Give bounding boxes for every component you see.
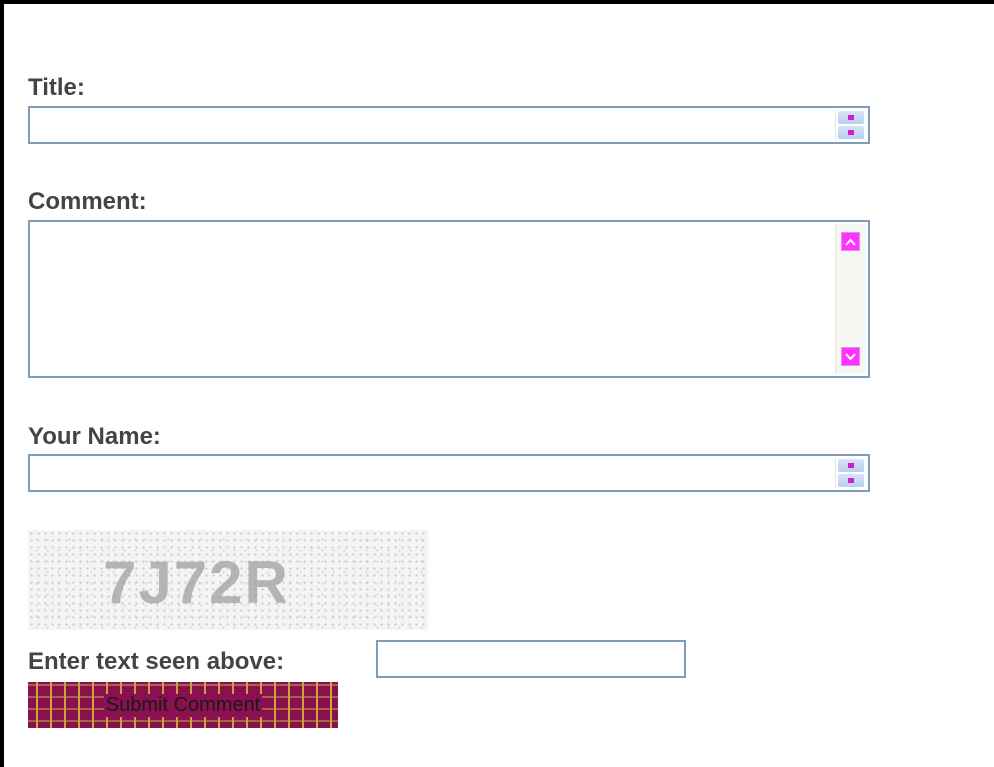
title-label: Title: (28, 74, 85, 101)
name-label: Your Name: (28, 423, 161, 450)
submit-comment-label: Submit Comment (103, 693, 263, 717)
title-spinner-icon[interactable] (835, 110, 866, 140)
comment-label: Comment: (28, 188, 147, 215)
spin-down-icon[interactable] (838, 474, 864, 487)
comment-scrollbar[interactable] (835, 224, 866, 374)
captcha-image: 7J72R (28, 530, 428, 630)
name-input[interactable] (30, 456, 832, 490)
captcha-label: Enter text seen above: (28, 648, 285, 675)
captcha-input[interactable] (378, 642, 684, 676)
spin-up-icon[interactable] (838, 459, 864, 472)
submit-comment-button[interactable]: Submit Comment (28, 682, 338, 728)
chevron-down-icon[interactable] (841, 347, 860, 366)
comment-form: Title: Comment: Your Name: 7J72R Enter t… (0, 0, 994, 767)
captcha-field[interactable] (376, 640, 686, 678)
captcha-text: 7J72R (103, 549, 290, 616)
title-field[interactable] (28, 106, 870, 144)
comment-field[interactable] (28, 220, 870, 378)
comment-textarea[interactable] (30, 222, 832, 376)
title-input[interactable] (30, 108, 832, 142)
chevron-up-icon[interactable] (841, 232, 860, 251)
name-field[interactable] (28, 454, 870, 492)
name-spinner-icon[interactable] (835, 458, 866, 488)
spin-down-icon[interactable] (838, 126, 864, 139)
spin-up-icon[interactable] (838, 111, 864, 124)
